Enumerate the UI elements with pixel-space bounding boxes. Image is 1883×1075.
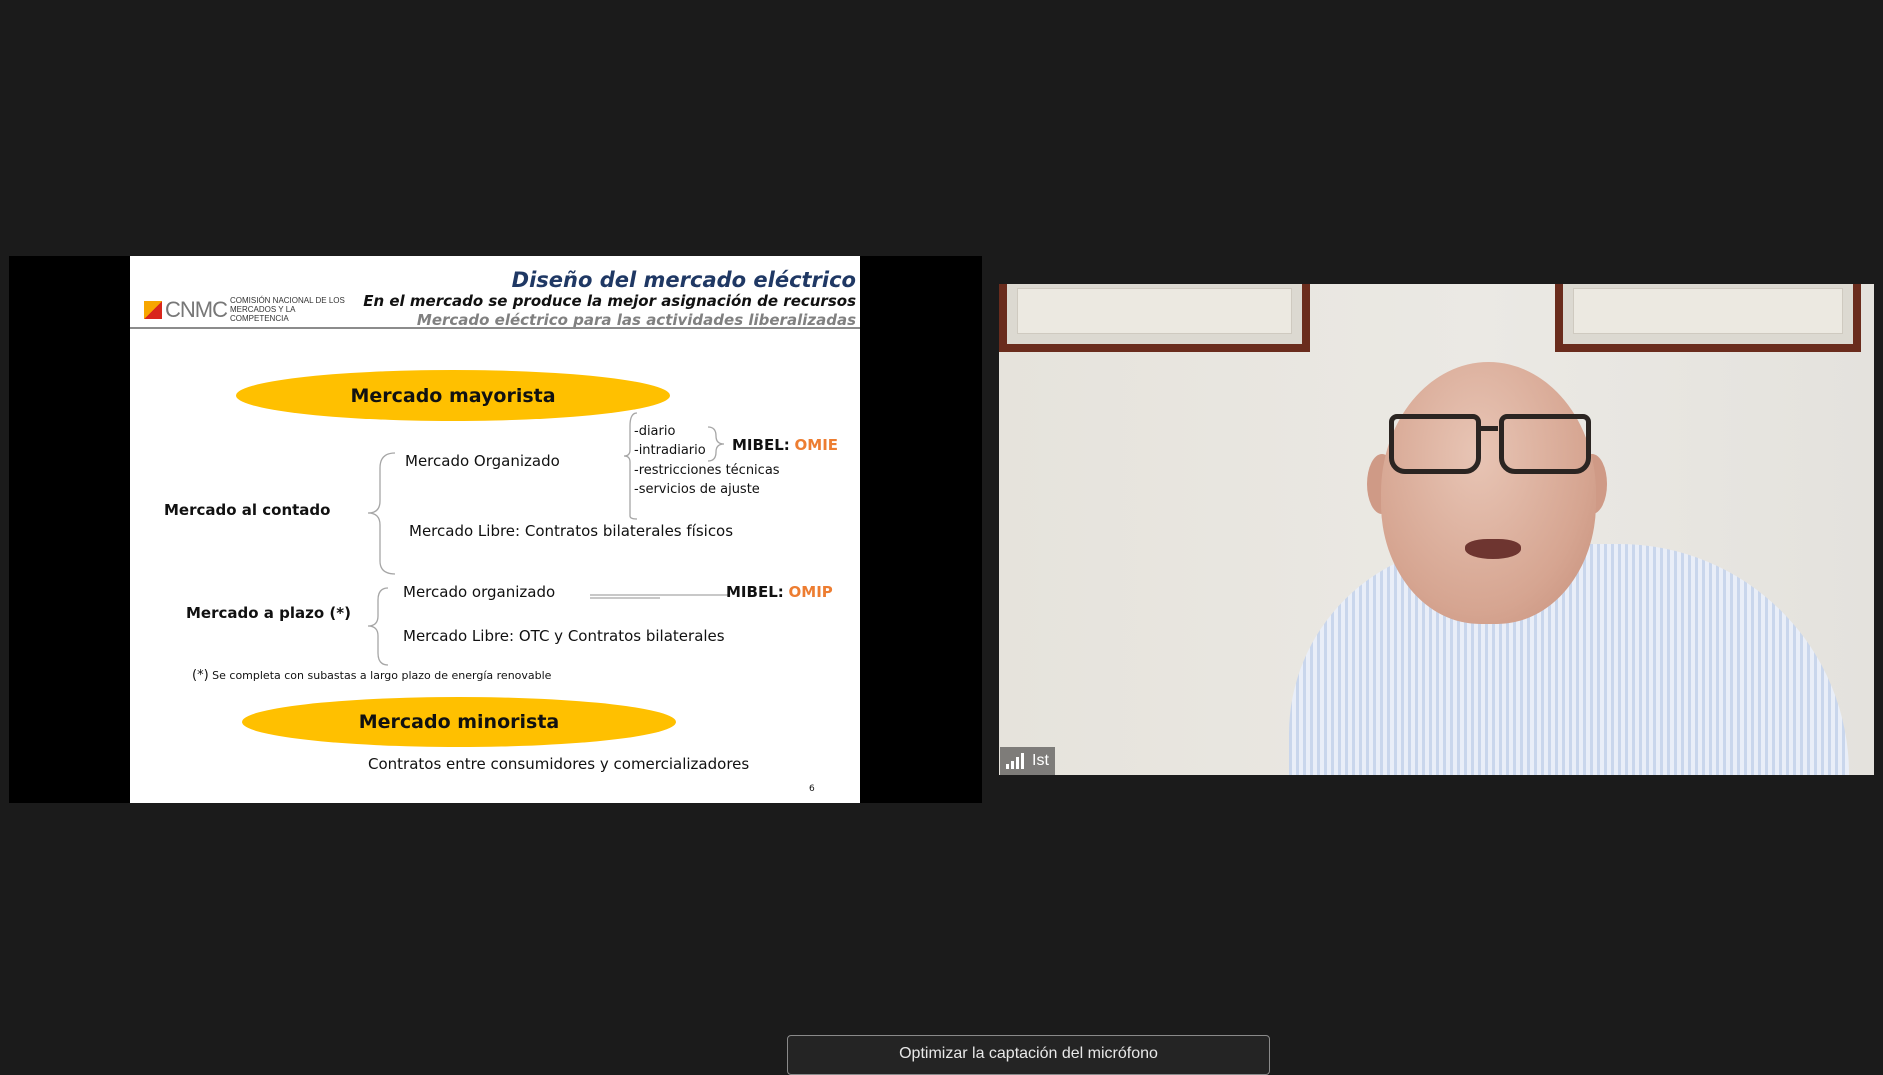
participant-video[interactable] xyxy=(999,284,1874,775)
footnote-mark: (*) xyxy=(192,668,209,683)
footnote-text: Se completa con subastas a largo plazo d… xyxy=(212,669,552,682)
omie-label: MIBEL: OMIE xyxy=(732,436,838,454)
person-mouth xyxy=(1465,539,1521,559)
forward-organized-label: Mercado organizado xyxy=(403,583,556,601)
screen-share-area: CNMC COMISIÓN NACIONAL DE LOS MERCADOS Y… xyxy=(9,256,982,803)
omip-connector xyxy=(590,594,730,599)
person-head xyxy=(1381,362,1596,624)
forward-free-label: Mercado Libre: OTC y Contratos bilateral… xyxy=(403,627,725,645)
wholesale-market-label: Mercado mayorista xyxy=(350,384,556,407)
connection-signal-icon xyxy=(1006,753,1024,769)
retail-description: Contratos entre consumidores y comercial… xyxy=(368,755,750,773)
omip-prefix: MIBEL: xyxy=(726,583,784,601)
presentation-slide: CNMC COMISIÓN NACIONAL DE LOS MERCADOS Y… xyxy=(130,256,860,803)
wall-frame-right xyxy=(1555,284,1861,352)
free-spot-market-label: Mercado Libre: Contratos bilaterales fís… xyxy=(409,522,734,540)
organized-market-label: Mercado Organizado xyxy=(405,452,560,470)
wholesale-market-ellipse: Mercado mayorista xyxy=(236,370,670,421)
spot-item-restricciones: -restricciones técnicas xyxy=(634,463,780,478)
omip-value: OMIP xyxy=(788,583,833,601)
omie-value: OMIE xyxy=(794,436,839,454)
participant-name-tag: Ist xyxy=(1000,747,1055,775)
retail-market-ellipse: Mercado minorista xyxy=(242,697,676,747)
footnote: (*) Se completa con subastas a largo pla… xyxy=(192,668,551,683)
omie-prefix: MIBEL: xyxy=(732,436,790,454)
glasses xyxy=(1389,414,1591,474)
spot-item-servicios: -servicios de ajuste xyxy=(634,482,760,497)
spot-item-intradiario: -intradiario xyxy=(634,443,706,458)
participant-name: Ist xyxy=(1032,752,1049,769)
microphone-optimization-toast[interactable]: Optimizar la captación del micrófono xyxy=(787,1035,1270,1075)
omie-brace xyxy=(707,426,725,462)
forward-brace xyxy=(367,587,389,666)
omip-label: MIBEL: OMIP xyxy=(726,583,833,601)
spot-market-label: Mercado al contado xyxy=(164,501,331,519)
spot-brace xyxy=(367,452,396,575)
retail-market-label: Mercado minorista xyxy=(358,711,560,733)
slide-page-number: 6 xyxy=(809,784,815,794)
forward-market-label: Mercado a plazo (*) xyxy=(186,604,351,622)
wall-frame-left xyxy=(999,284,1310,352)
toast-text: Optimizar la captación del micrófono xyxy=(899,1045,1158,1062)
spot-item-diario: -diario xyxy=(634,424,676,439)
